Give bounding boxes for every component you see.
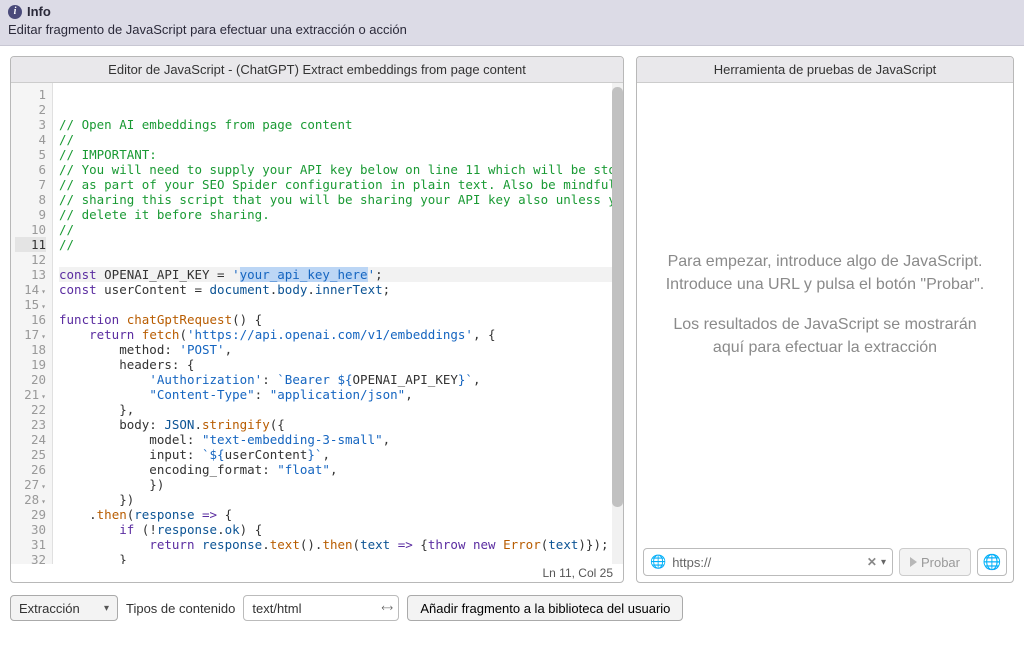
clear-icon[interactable]: ✕ xyxy=(867,555,877,569)
extraccion-label: Extracción xyxy=(19,601,80,616)
chevron-down-icon: ▾ xyxy=(104,603,109,614)
tester-panel: Herramienta de pruebas de JavaScript Par… xyxy=(636,56,1014,583)
url-input-wrapper[interactable]: 🌐 ✕ ▾ xyxy=(643,548,893,576)
tester-placeholder-line2: Introduce una URL y pulsa el botón "Prob… xyxy=(666,276,985,293)
tester-placeholder: Para empezar, introduce algo de JavaScri… xyxy=(637,83,1013,542)
probar-button[interactable]: Probar xyxy=(899,548,971,576)
tester-placeholder-line4: aquí para efectuar la extracción xyxy=(713,339,937,356)
tester-placeholder-line1: Para empezar, introduce algo de JavaScri… xyxy=(668,253,983,270)
content-type-value: text/html xyxy=(252,601,301,616)
code-area[interactable]: // Open AI embeddings from page content/… xyxy=(53,83,623,564)
info-icon: i xyxy=(8,5,22,19)
tester-footer: 🌐 ✕ ▾ Probar 🌐 xyxy=(637,542,1013,582)
add-snippet-button[interactable]: Añadir fragmento a la biblioteca del usu… xyxy=(407,595,683,621)
info-title: Info xyxy=(27,4,51,19)
editor-body[interactable]: 1234567891011121314151617181920212223242… xyxy=(11,83,623,564)
tester-placeholder-line3: Los resultados de JavaScript se mostrará… xyxy=(673,316,976,333)
info-title-row: i Info xyxy=(8,4,1016,19)
globe-icon: 🌐 xyxy=(650,554,666,570)
globe-grid-icon: 🌐 xyxy=(983,553,1002,571)
info-bar: i Info Editar fragmento de JavaScript pa… xyxy=(0,0,1024,46)
probar-label: Probar xyxy=(921,555,960,570)
play-icon xyxy=(910,557,917,567)
extraccion-dropdown[interactable]: Extracción ▾ xyxy=(10,595,118,621)
scrollbar-vertical[interactable] xyxy=(612,83,623,564)
editor-panel: Editor de JavaScript - (ChatGPT) Extract… xyxy=(10,56,624,583)
expand-icon[interactable]: ⤢ xyxy=(378,600,393,615)
scrollbar-thumb[interactable] xyxy=(612,87,623,507)
info-description: Editar fragmento de JavaScript para efec… xyxy=(8,22,1016,37)
editor-gutter[interactable]: 1234567891011121314151617181920212223242… xyxy=(11,83,53,564)
browser-settings-button[interactable]: 🌐 xyxy=(977,548,1007,576)
content-type-input[interactable]: text/html ⤢ xyxy=(243,595,399,621)
tipos-label: Tipos de contenido xyxy=(126,601,235,616)
bottom-bar: Extracción ▾ Tipos de contenido text/htm… xyxy=(0,589,1024,629)
editor-status: Ln 11, Col 25 xyxy=(11,564,623,582)
editor-header: Editor de JavaScript - (ChatGPT) Extract… xyxy=(11,57,623,83)
tester-header: Herramienta de pruebas de JavaScript xyxy=(637,57,1013,83)
chevron-down-icon[interactable]: ▾ xyxy=(881,557,886,568)
url-input[interactable] xyxy=(672,555,863,570)
main-area: Editor de JavaScript - (ChatGPT) Extract… xyxy=(0,46,1024,589)
